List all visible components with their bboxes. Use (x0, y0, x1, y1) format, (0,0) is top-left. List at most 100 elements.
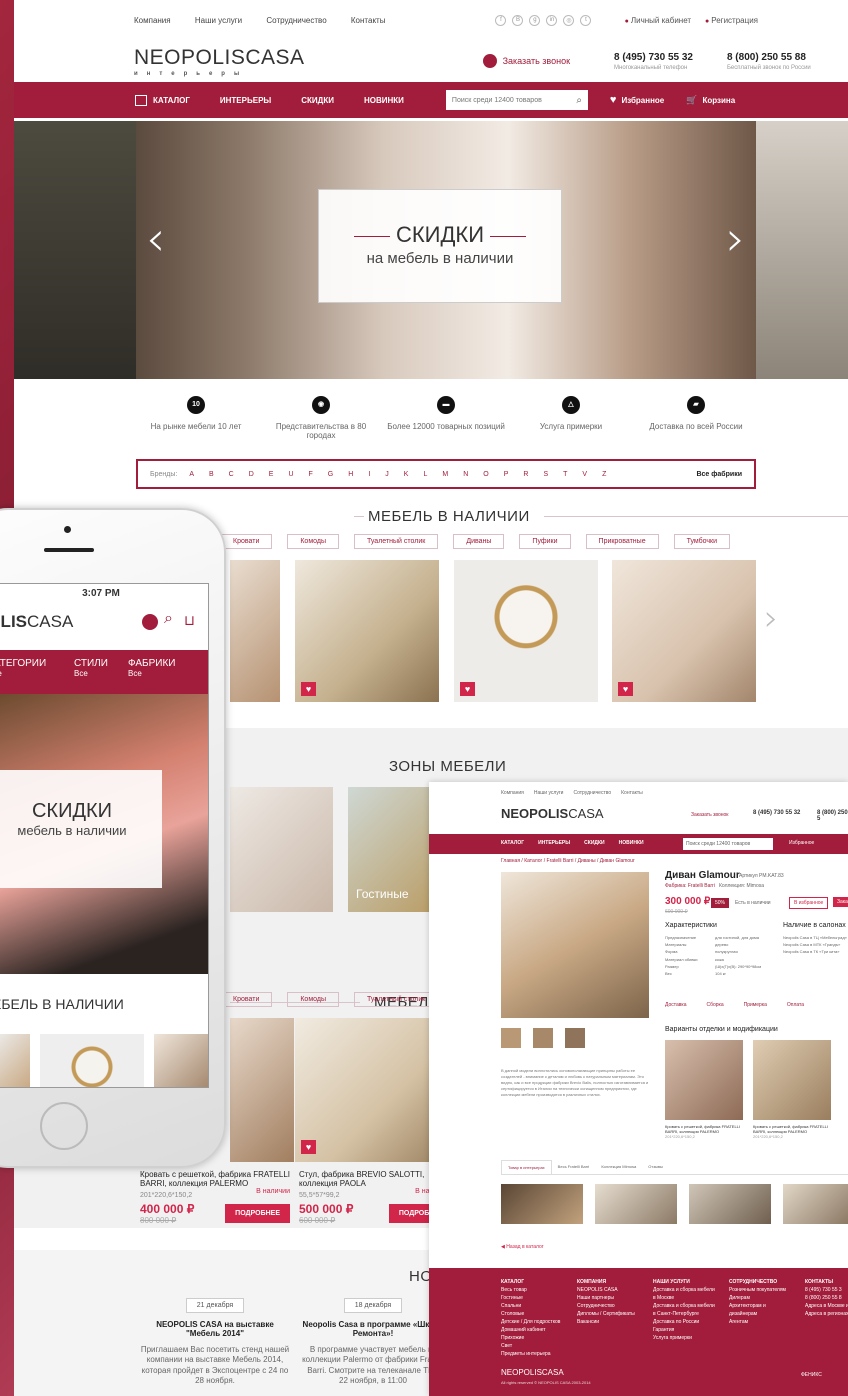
pp-collection[interactable]: Коллекция: Mimosa (719, 883, 764, 889)
brand-letter[interactable]: F (309, 471, 313, 478)
brand-letter[interactable]: Z (602, 471, 606, 478)
pp-interior-image[interactable] (689, 1184, 771, 1224)
brand-letter[interactable]: U (288, 471, 293, 478)
product-name[interactable]: Кровать с решеткой, фабрика FRATELLI BAR… (140, 1170, 290, 1188)
phone-tab-factories[interactable]: ФАБРИКИ Все (128, 658, 176, 678)
pp-footer-link[interactable]: Розничным покупателям (729, 1286, 791, 1294)
pp-interior-image[interactable] (501, 1184, 583, 1224)
pp-footer-link[interactable]: Агентам (729, 1318, 791, 1326)
callback-button[interactable]: Заказать звонок (482, 54, 570, 68)
chip-beds[interactable]: Кровати (220, 534, 273, 549)
top-nav-services[interactable]: Наши услуги (195, 16, 242, 25)
pp-tab-factory[interactable]: Весь Fratelli Barri (552, 1160, 596, 1174)
brand-letter[interactable]: D (249, 471, 254, 478)
phone-product-image[interactable] (40, 1034, 144, 1087)
brand-letter[interactable]: M (442, 471, 448, 478)
pp-search-input[interactable]: Поиск среди 12400 товаров (683, 838, 773, 850)
pp-footer-link[interactable]: Доставка и сборка мебели в Москве (653, 1286, 715, 1302)
brand-letter[interactable]: N (463, 471, 468, 478)
logo[interactable]: NEOPOLISCASA интерьеры (134, 46, 305, 77)
instagram-icon[interactable]: ◎ (563, 14, 575, 26)
pp-menu-item[interactable]: НОВИНКИ (619, 840, 644, 846)
favorite-heart-icon[interactable]: ♥ (301, 682, 316, 696)
pp-footer-link[interactable]: Гарантия (653, 1326, 715, 1334)
hero-prev-icon[interactable]: ‹ (146, 211, 165, 267)
catalog-button[interactable]: КАТАЛОГ (135, 94, 190, 106)
products-next-icon[interactable]: › (764, 598, 778, 639)
pp-tab-interiors[interactable]: Товар в интерьерах (501, 1160, 552, 1174)
favorite-heart-icon[interactable]: ♥ (460, 682, 475, 696)
favorite-heart-icon[interactable]: ♥ (618, 682, 633, 696)
pp-breadcrumbs[interactable]: Главная / Каталог / Fratelli Barri / Див… (501, 858, 635, 864)
brand-letter[interactable]: K (404, 471, 409, 478)
search-input[interactable]: Поиск среди 12400 товаров ⌕ (445, 90, 588, 110)
phone-tab-styles[interactable]: СТИЛИ Все (74, 658, 108, 678)
pp-menu-item[interactable]: КАТАЛОГ (501, 840, 524, 846)
pp-footer-link[interactable]: 8 (800) 250 55 8 (805, 1294, 848, 1302)
phone-logo[interactable]: POLISCASA (0, 612, 73, 632)
pp-footer-link[interactable]: Адреса в Москве и МО (805, 1302, 848, 1310)
pp-tab-reviews[interactable]: Отзывы (642, 1160, 669, 1174)
pp-interior-image[interactable] (595, 1184, 677, 1224)
brand-letter[interactable]: R (523, 471, 528, 478)
top-nav-contacts[interactable]: Контакты (351, 16, 386, 25)
pp-variant-name[interactable]: Кровать с решеткой, фабрика FRATELLI BAR… (753, 1124, 833, 1134)
pp-variant-image[interactable] (665, 1040, 743, 1120)
chip-nightstands[interactable]: Тумбочки (673, 534, 730, 549)
pp-footer-link[interactable]: Архитекторам и дизайнерам (729, 1302, 791, 1318)
pp-footer-link[interactable]: Вакансии (577, 1318, 639, 1326)
pp-footer-link[interactable]: Домашний кабинет (501, 1326, 563, 1334)
register-link[interactable]: Регистрация (705, 16, 758, 25)
chip-vanity[interactable]: Туалетный столик (354, 992, 439, 1007)
details-button[interactable]: ПОДРОБНЕЕ (225, 1204, 290, 1223)
brand-letter[interactable]: O (483, 471, 488, 478)
phone-call-icon[interactable] (142, 614, 158, 630)
product-name[interactable]: Стул, фабрика BREVIO SALOTTI, коллекция … (299, 1170, 449, 1188)
pp-footer-link[interactable]: NEOPOLIS CASA (577, 1286, 639, 1294)
facebook-icon[interactable]: f (495, 14, 507, 26)
pp-footer-link[interactable]: Адреса в регионах Рос (805, 1310, 848, 1318)
pp-footer-link[interactable]: Спальни (501, 1302, 563, 1310)
pp-footer-link[interactable]: Услуга примерки (653, 1334, 715, 1342)
account-link[interactable]: Личный кабинет (625, 16, 691, 25)
product-image-mirror[interactable]: ♥ (454, 560, 598, 702)
all-factories-link[interactable]: Все фабрики (696, 471, 742, 478)
pp-logo[interactable]: NEOPOLISCASA (501, 806, 604, 821)
pp-footer-link[interactable]: 8 (495) 730 55 3 (805, 1286, 848, 1294)
chip-bedside[interactable]: Прикроватные (585, 534, 659, 549)
hero-banner[interactable]: СКИДКИ на мебель в наличии ‹ › (136, 121, 756, 379)
product-image-armchair[interactable]: ♥ (295, 560, 439, 702)
pp-footer-link[interactable]: Дилерам (729, 1294, 791, 1302)
pp-salon-item[interactable]: Neopolis Casa в МТК «Грандъ» (783, 941, 848, 948)
blogger-icon[interactable]: B (512, 14, 524, 26)
chip-dressers[interactable]: Комоды (287, 992, 339, 1007)
chip-sofas[interactable]: Диваны (453, 534, 505, 549)
phone-tab-categories[interactable]: КАТЕГОРИИВсе (0, 658, 46, 678)
pp-thumb[interactable] (533, 1028, 553, 1048)
pp-menu-item[interactable]: СКИДКИ (584, 840, 604, 846)
pp-interior-image[interactable] (783, 1184, 848, 1224)
menu-interiors[interactable]: ИНТЕРЬЕРЫ (220, 96, 271, 105)
favorite-heart-icon[interactable]: ♥ (301, 1140, 316, 1154)
pp-service-assembly[interactable]: Сборка (706, 1002, 723, 1008)
phone-product-image[interactable] (154, 1034, 208, 1087)
pp-footer-link[interactable]: Доставка и сборка мебели в Санкт-Петербу… (653, 1302, 715, 1318)
product-image[interactable] (230, 560, 280, 702)
phone-search-icon[interactable]: ⌕ (164, 610, 173, 628)
phone-cart-icon[interactable]: ⊔ (184, 612, 195, 629)
pp-nav-item[interactable]: Компания (501, 790, 524, 796)
product-image-bed2[interactable] (230, 1018, 294, 1162)
chip-dressers[interactable]: Комоды (287, 534, 339, 549)
pp-salon-item[interactable]: Neopolis Casa в ТК «Три кита» (783, 948, 848, 955)
news-title-link[interactable]: NEOPOLIS CASA на выставке "Мебель 2014" (140, 1320, 290, 1338)
pp-service-fitting[interactable]: Примерка (744, 1002, 767, 1008)
brand-letter[interactable]: T (563, 471, 567, 478)
phone-product-image[interactable] (0, 1034, 30, 1087)
pp-service-payment[interactable]: Оплата (787, 1002, 804, 1008)
pp-main-image[interactable] (501, 872, 649, 1018)
pp-footer-link[interactable]: Столовые (501, 1310, 563, 1318)
pp-factory[interactable]: Фабрика: Fratelli Barri (665, 883, 715, 889)
chip-vanity[interactable]: Туалетный столик (354, 534, 439, 549)
pp-order-button[interactable]: Заказ (833, 897, 848, 907)
pp-service-delivery[interactable]: Доставка (665, 1002, 686, 1008)
